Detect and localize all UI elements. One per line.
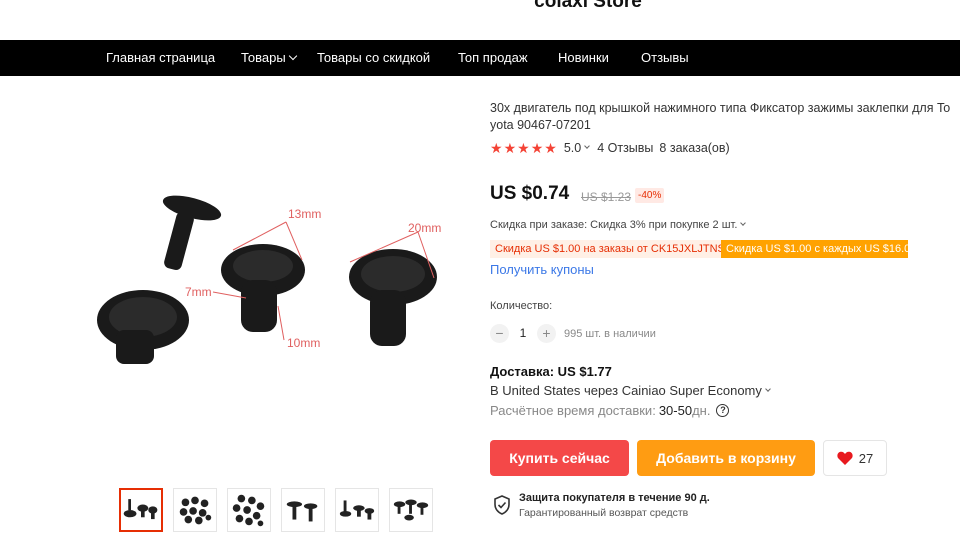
heart-icon bbox=[837, 451, 853, 465]
clip-3 bbox=[221, 244, 305, 332]
coupon-code-badge[interactable]: Скидка US $1.00 на заказы от CK15JXLJTNS… bbox=[490, 240, 738, 258]
orders-count: 8 заказа(ов) bbox=[659, 141, 730, 155]
star-icon: ★ bbox=[530, 140, 544, 156]
star-icon: ★ bbox=[517, 140, 530, 156]
star-icon: ★ bbox=[490, 140, 503, 156]
quantity-increase-button[interactable]: + bbox=[537, 324, 556, 343]
dim-label-10: 10mm bbox=[287, 336, 320, 350]
current-price: US $0.74 bbox=[490, 183, 570, 204]
delivery-time-value: 30-50 bbox=[658, 403, 693, 418]
delivery-method[interactable]: В United States через Cainiao Super Econ… bbox=[490, 383, 771, 398]
thumbnail-2[interactable] bbox=[173, 488, 217, 532]
chevron-down-icon bbox=[740, 220, 747, 226]
thumbnail-1[interactable] bbox=[119, 488, 163, 532]
chevron-down-icon bbox=[765, 385, 771, 392]
nav-home[interactable]: Главная страница bbox=[106, 40, 215, 76]
store-name: colaxi Store bbox=[534, 0, 642, 12]
discount-badge: -40% bbox=[635, 188, 665, 203]
dim-label-13: 13mm bbox=[288, 207, 321, 221]
store-navbar: Главная страница Товары Товары со скидко… bbox=[0, 40, 960, 76]
order-discount-text: Скидка при заказе: Скидка 3% при покупке… bbox=[490, 219, 738, 231]
thumbnail-5[interactable] bbox=[335, 488, 379, 532]
rating-row: ★ ★ ★ ★ ★ 5.0 4 Отзывы 8 заказа(ов) bbox=[490, 140, 730, 156]
thumbnail-3[interactable] bbox=[227, 488, 271, 532]
delivery-time-label: Расчётное время доставки: bbox=[490, 403, 656, 418]
shield-check-icon bbox=[494, 495, 510, 515]
quantity-decrease-button[interactable]: − bbox=[490, 324, 509, 343]
clip-4 bbox=[349, 249, 437, 346]
clip-1 bbox=[162, 195, 222, 270]
quantity-value[interactable]: 1 bbox=[516, 326, 530, 340]
protection-subtitle: Гарантированный возврат средств bbox=[519, 507, 689, 519]
buy-now-button[interactable]: Купить сейчас bbox=[490, 440, 629, 476]
wishlist-count: 27 bbox=[858, 450, 874, 466]
stock-count: 995 шт. в наличии bbox=[564, 328, 656, 340]
delivery-title: Доставка: US $1.77 bbox=[490, 364, 612, 379]
delivery-time: Расчётное время доставки: 30-50 дн. ? bbox=[490, 403, 730, 418]
chevron-down-icon bbox=[288, 51, 297, 61]
coupon-store-badge[interactable]: Скидка US $1.00 с каждых US $16.00 bbox=[721, 240, 916, 258]
get-coupons-link[interactable]: Получить купоны bbox=[490, 262, 594, 277]
nav-sale[interactable]: Товары со скидкой bbox=[317, 40, 430, 76]
delivery-time-unit: дн. bbox=[692, 403, 711, 418]
clip-2 bbox=[97, 290, 189, 364]
star-icon: ★ bbox=[503, 140, 517, 156]
nav-products-label: Товары bbox=[241, 50, 286, 65]
wishlist-button[interactable]: 27 bbox=[823, 440, 887, 476]
nav-bestsellers[interactable]: Топ продаж bbox=[458, 40, 528, 76]
star-icon: ★ bbox=[544, 140, 557, 156]
delivery-method-text: В United States через Cainiao Super Econ… bbox=[490, 383, 762, 398]
nav-products[interactable]: Товары bbox=[241, 40, 297, 76]
product-main-image: 13mm 20mm 7mm 10mm bbox=[97, 195, 441, 364]
thumbnail-6[interactable] bbox=[389, 488, 433, 532]
quantity-label: Количество: bbox=[490, 300, 553, 312]
nav-new[interactable]: Новинки bbox=[558, 40, 609, 76]
old-price: US $1.23 bbox=[581, 190, 632, 204]
order-discount[interactable]: Скидка при заказе: Скидка 3% при покупке… bbox=[490, 219, 747, 231]
chevron-down-icon bbox=[584, 143, 591, 149]
product-title: 30x двигатель под крышкой нажимного типа… bbox=[490, 101, 951, 132]
rating-value[interactable]: 5.0 bbox=[564, 141, 581, 155]
protection-title: Защита покупателя в течение 90 д. bbox=[519, 492, 710, 504]
thumbnail-4[interactable] bbox=[281, 488, 325, 532]
dim-label-7: 7mm bbox=[185, 285, 212, 299]
dim-label-20: 20mm bbox=[408, 221, 441, 235]
nav-reviews[interactable]: Отзывы bbox=[641, 40, 689, 76]
question-icon[interactable]: ? bbox=[716, 404, 730, 417]
reviews-count[interactable]: 4 Отзывы bbox=[597, 141, 653, 155]
add-to-cart-button[interactable]: Добавить в корзину bbox=[637, 440, 815, 476]
